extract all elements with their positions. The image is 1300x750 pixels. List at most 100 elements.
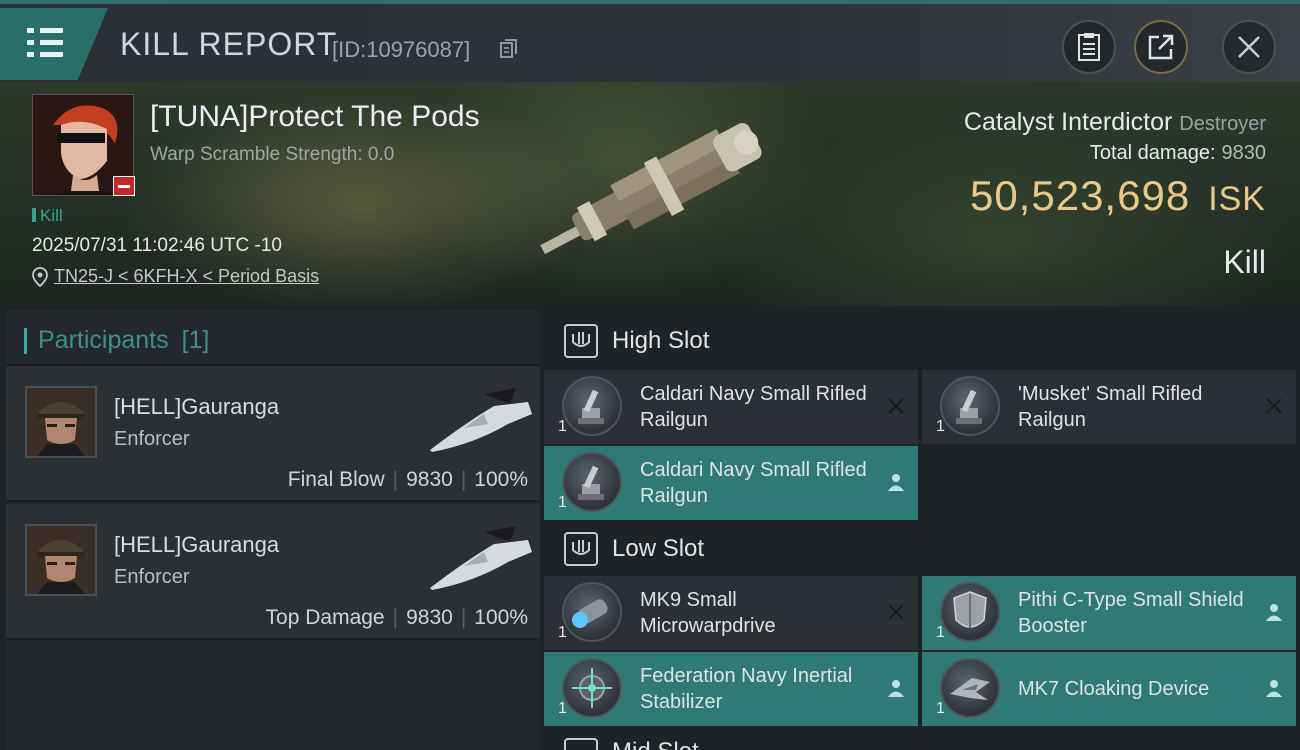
participants-header: Participants [1] (23, 326, 210, 355)
participant-role: Top Damage (265, 606, 385, 629)
hamburger-icon-gap (34, 28, 40, 33)
header-bar: KILL REPORT [ID:10976087] (0, 0, 1300, 82)
mid-slot-icon (564, 738, 598, 750)
cloaking-device-icon (940, 658, 1000, 718)
isk-value: 50,523,698 ISK (970, 172, 1266, 220)
module-quantity: 1 (558, 494, 567, 511)
module-item[interactable]: 1 Caldari Navy Small Rifled Railgun (544, 370, 918, 444)
kill-timestamp: 2025/07/31 11:02:46 UTC -10 (32, 235, 282, 256)
module-name: Federation Navy Inertial Stabilizer (640, 665, 853, 713)
warp-scramble-strength: Warp Scramble Strength: 0.0 (150, 144, 395, 165)
location-link[interactable]: TN25-J < 6KFH-X < Period Basis (54, 266, 319, 287)
x-icon (888, 398, 904, 414)
shield-booster-icon (940, 582, 1000, 642)
module-quantity: 1 (558, 700, 567, 717)
module-item[interactable]: 1 Federation Navy Inertial Stabilizer (544, 652, 918, 726)
hamburger-icon-line (27, 40, 63, 45)
participant-avatar[interactable] (25, 386, 97, 458)
isk-unit: ISK (1208, 180, 1266, 218)
low-slot-label: Low Slot (612, 535, 705, 562)
module-quantity: 1 (558, 418, 567, 435)
participants-count: [1] (181, 326, 210, 354)
person-icon (1266, 604, 1282, 621)
participant-portrait (27, 388, 95, 456)
railgun-icon (562, 376, 622, 436)
hamburger-icon-line (27, 52, 63, 57)
result-label: Kill (1223, 244, 1266, 280)
module-name: Pithi C-Type Small Shield Booster (1018, 589, 1244, 637)
stats-separator: | (392, 468, 399, 491)
module-item[interactable]: 1 'Musket' Small Rifled Railgun (922, 370, 1296, 444)
stats-separator: | (392, 606, 399, 629)
total-damage-value: 9830 (1221, 142, 1267, 164)
module-quantity: 1 (936, 418, 945, 435)
railgun-icon (562, 452, 622, 512)
low-slot-icon (564, 532, 598, 566)
mid-slot-header: Mid Slot (544, 730, 1300, 750)
module-name: Caldari Navy Small Rifled Railgun (640, 383, 867, 431)
low-slot-header: Low Slot (544, 520, 1300, 578)
participants-panel: Participants [1] [HELL]Gauranga Enforcer… (6, 310, 540, 750)
high-slot-header: High Slot (544, 312, 1300, 370)
hamburger-icon-gap (34, 52, 40, 57)
participant-name[interactable]: [HELL]Gauranga (114, 394, 279, 420)
x-icon (888, 604, 904, 620)
share-button[interactable] (1134, 20, 1188, 74)
hamburger-icon (27, 28, 63, 33)
participant-ship: Enforcer (114, 428, 190, 450)
notes-button[interactable] (1062, 20, 1116, 74)
module-item[interactable]: 1 MK9 Small Microwarpdrive (544, 576, 918, 650)
victim-name[interactable]: [TUNA]Protect The Pods (150, 100, 480, 134)
victim-summary: [TUNA]Protect The Pods Warp Scramble Str… (0, 82, 1300, 306)
participant-portrait (27, 526, 95, 594)
map-pin-icon (32, 266, 48, 287)
participant-avatar[interactable] (25, 524, 97, 596)
module-item[interactable]: 1 MK7 Cloaking Device (922, 652, 1296, 726)
participant-ship: Enforcer (114, 566, 190, 588)
module-name: 'Musket' Small Rifled Railgun (1018, 383, 1203, 431)
standing-badge (113, 176, 135, 196)
participant-name[interactable]: [HELL]Gauranga (114, 532, 279, 558)
participants-title: Participants (38, 326, 169, 354)
menu-button[interactable] (0, 8, 108, 80)
participant-stats: Final Blow | 9830 | 100% (288, 468, 528, 492)
stats-separator: | (460, 606, 467, 629)
participant-percent: 100% (474, 468, 528, 491)
participant-row[interactable]: [HELL]Gauranga Enforcer Top Damage | 983… (6, 504, 540, 640)
module-quantity: 1 (936, 624, 945, 641)
close-button[interactable] (1222, 20, 1276, 74)
kill-location[interactable]: TN25-J < 6KFH-X < Period Basis (32, 266, 319, 287)
participant-ship-image (430, 526, 532, 590)
module-name: MK7 Cloaking Device (1018, 678, 1210, 700)
mid-slot-label: Mid Slot (612, 738, 699, 750)
high-slot-label: High Slot (612, 327, 710, 354)
module-name: Caldari Navy Small Rifled Railgun (640, 459, 867, 507)
module-name: MK9 Small Microwarpdrive (640, 589, 776, 637)
participant-percent: 100% (474, 606, 528, 629)
module-item[interactable]: 1 Pithi C-Type Small Shield Booster (922, 576, 1296, 650)
total-damage-label: Total damage: (1089, 142, 1216, 164)
person-icon (888, 474, 904, 491)
clipboard-icon (1078, 33, 1100, 61)
ship-name-text: Catalyst Interdictor (963, 108, 1173, 136)
module-quantity: 1 (936, 700, 945, 717)
share-icon (1148, 34, 1174, 60)
hamburger-icon-gap (34, 40, 40, 45)
high-slot-icon (564, 324, 598, 358)
close-icon (1238, 36, 1260, 58)
participant-row[interactable]: [HELL]Gauranga Enforcer Final Blow | 983… (6, 366, 540, 502)
isk-amount: 50,523,698 (969, 172, 1191, 219)
x-icon (1266, 398, 1282, 414)
victim-ship-image (540, 123, 762, 255)
ship-class: Destroyer (1179, 113, 1266, 135)
participant-damage: 9830 (406, 468, 453, 491)
page-title: KILL REPORT (120, 26, 338, 62)
participant-damage: 9830 (406, 606, 453, 629)
total-damage: Total damage: 9830 (1090, 142, 1266, 165)
victim-ship-name[interactable]: Catalyst Interdictor Destroyer (964, 108, 1266, 137)
report-id: [ID:10976087] (332, 37, 471, 62)
copy-icon[interactable] (500, 39, 518, 59)
module-item[interactable]: 1 Caldari Navy Small Rifled Railgun (544, 446, 918, 520)
participant-stats: Top Damage | 9830 | 100% (266, 606, 528, 630)
person-icon (1266, 680, 1282, 697)
